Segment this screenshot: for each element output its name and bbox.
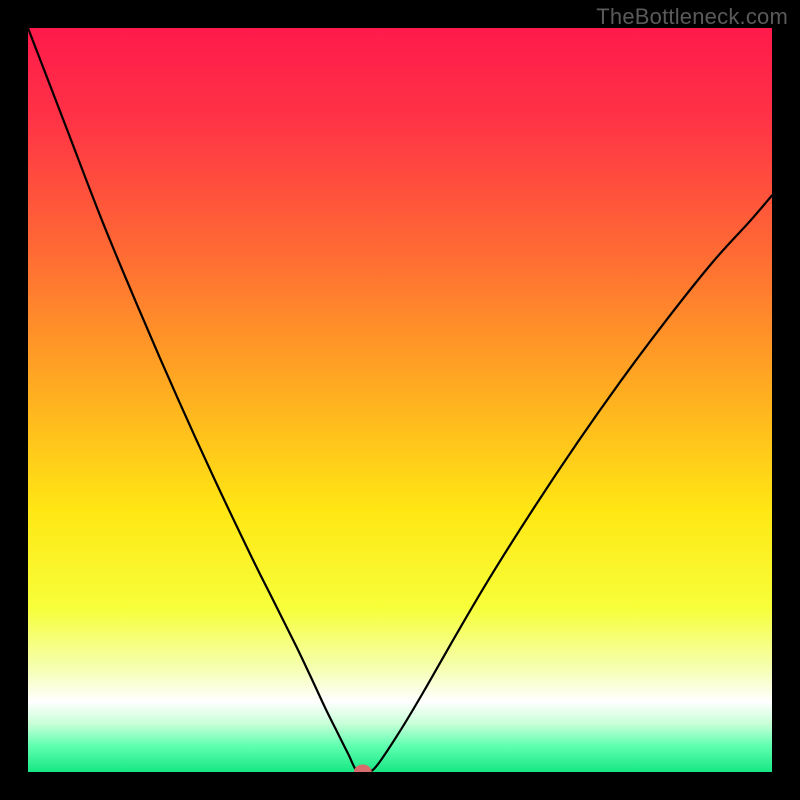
watermark-text: TheBottleneck.com [596,4,788,30]
outer-frame: TheBottleneck.com [0,0,800,800]
gradient-background [28,28,772,772]
bottleneck-chart [28,28,772,772]
